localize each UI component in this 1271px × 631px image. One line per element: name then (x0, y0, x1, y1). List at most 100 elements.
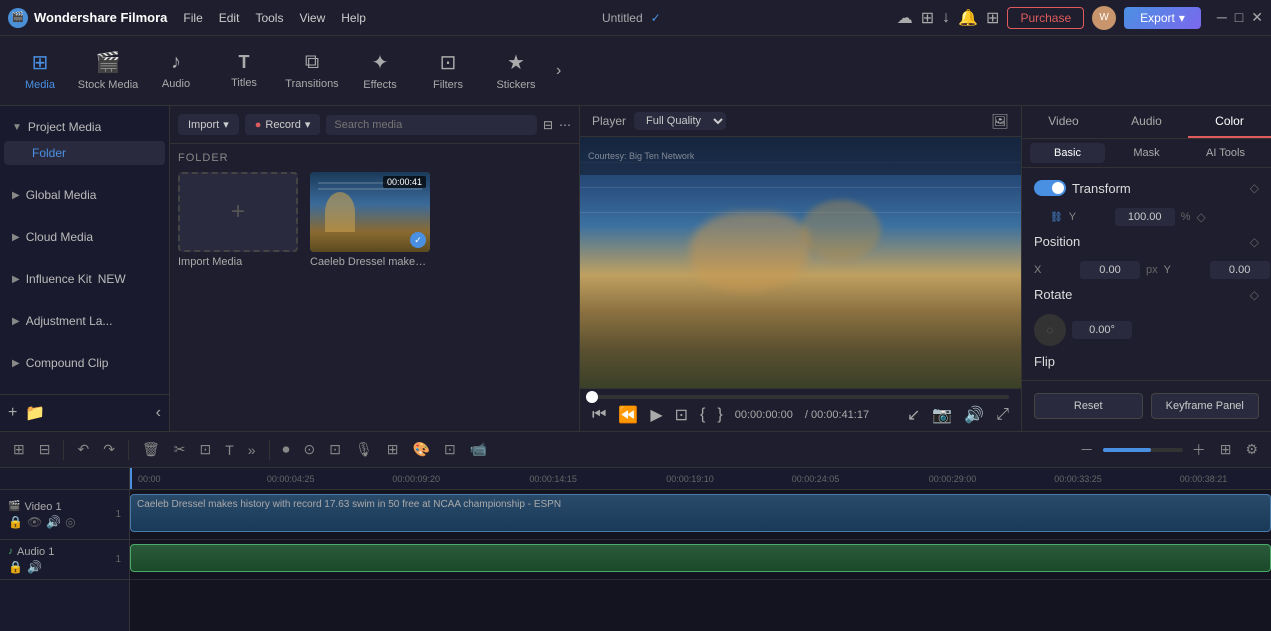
transform-toggle[interactable] (1034, 180, 1066, 196)
bell-icon[interactable]: 🔔 (958, 8, 978, 28)
add-to-timeline-button[interactable]: ↙ (907, 405, 920, 425)
more-tl-button[interactable]: » (243, 439, 261, 461)
tool-audio[interactable]: ♪ Audio (144, 39, 208, 103)
undo-button[interactable]: ↶ (72, 438, 94, 461)
quality-select[interactable]: Full Quality 1/2 Quality 1/4 Quality (634, 112, 726, 130)
keyframe-panel-button[interactable]: Keyframe Panel (1151, 393, 1260, 419)
pos-x-input[interactable] (1080, 261, 1140, 279)
menu-file[interactable]: File (183, 11, 202, 25)
menu-tools[interactable]: Tools (255, 11, 283, 25)
clip-card[interactable]: 00:00:41 ✓ Caeleb Dressel makes ... (310, 172, 430, 268)
maximize-button[interactable]: □ (1235, 9, 1243, 26)
screenshot-icon[interactable]: 🖼 (991, 113, 1009, 130)
search-input[interactable] (326, 115, 537, 135)
progress-bar[interactable] (592, 395, 1009, 399)
audio-sep-button[interactable]: ⊞ (382, 438, 404, 461)
minimize-button[interactable]: ─ (1217, 9, 1227, 26)
layout-button[interactable]: ⊞ (1215, 438, 1237, 461)
more-options-icon[interactable]: ⋯ (559, 118, 571, 132)
eye-icon[interactable]: 👁 (27, 515, 42, 529)
scale-reset-icon[interactable]: ◇ (1196, 210, 1205, 224)
video-button[interactable]: 📹 (465, 438, 492, 461)
audio-speaker-icon[interactable]: 🔊 (27, 560, 42, 574)
pip-button[interactable]: ⊡ (439, 438, 461, 461)
rotate-reset-icon[interactable]: ◇ (1250, 288, 1259, 302)
download-icon[interactable]: ↓ (942, 9, 950, 27)
sidebar-collapse-button[interactable]: ‹ (156, 404, 161, 422)
menu-edit[interactable]: Edit (219, 11, 240, 25)
audio-tl-button[interactable]: 🎙 (350, 438, 378, 461)
close-button[interactable]: ✕ (1251, 9, 1263, 26)
sidebar-compound-clip-header[interactable]: ▶ Compound Clip (0, 350, 169, 376)
trim-button[interactable]: ⊡ (194, 438, 216, 461)
delete-button[interactable]: 🗑 (137, 438, 165, 461)
sidebar-cloud-media-header[interactable]: ▶ Cloud Media (0, 224, 169, 250)
redo-button[interactable]: ↷ (98, 438, 120, 461)
sidebar-add-button[interactable]: + (8, 404, 17, 422)
speaker-icon[interactable]: 🔊 (46, 515, 61, 529)
square-button[interactable]: ⊡ (675, 405, 688, 425)
sidebar-adjustment-header[interactable]: ▶ Adjustment La... (0, 308, 169, 334)
devices-icon[interactable]: ⊞ (921, 8, 934, 28)
video-clip[interactable]: Caeleb Dressel makes history with record… (130, 494, 1271, 532)
tab-color[interactable]: Color (1188, 106, 1271, 138)
import-media-card[interactable]: + Import Media (178, 172, 298, 268)
settings-tl-button[interactable]: ⚙ (1240, 438, 1263, 461)
zoom-bar[interactable] (1103, 448, 1183, 452)
tool-effects[interactable]: ✦ Effects (348, 39, 412, 103)
record-button[interactable]: ● Record ▾ (245, 114, 321, 135)
audio-clip[interactable] (130, 544, 1271, 572)
step-back-button[interactable]: ⏪ (618, 405, 638, 425)
menu-help[interactable]: Help (341, 11, 366, 25)
filter-icon[interactable]: ⊟ (543, 118, 553, 132)
sidebar-folder-item[interactable]: Folder (4, 141, 165, 165)
mark-in-button[interactable]: { (700, 406, 705, 424)
lock-icon[interactable]: 🔒 (8, 515, 23, 529)
zoom-in-button[interactable]: ＋ (1187, 437, 1211, 463)
tool-stickers[interactable]: ★ Stickers (484, 39, 548, 103)
tab-video[interactable]: Video (1022, 106, 1105, 138)
sidebar-project-media-header[interactable]: ▼ Project Media (0, 114, 169, 140)
screenshot-button[interactable]: 📷 (932, 405, 952, 425)
tool-stock-media[interactable]: 🎬 Stock Media (76, 39, 140, 103)
subtab-mask[interactable]: Mask (1109, 143, 1184, 163)
tool-filters[interactable]: ⊡ Filters (416, 39, 480, 103)
export-button[interactable]: Export ▾ (1124, 7, 1201, 29)
fullscreen-button[interactable]: ⤢ (996, 406, 1009, 424)
text-button[interactable]: T (220, 439, 239, 461)
mark-out-button[interactable]: } (717, 406, 722, 424)
cloud-icon[interactable]: ☁ (897, 8, 913, 28)
play-button[interactable]: ▶ (650, 405, 662, 425)
transform-reset-icon[interactable]: ◇ (1250, 181, 1259, 195)
toolbar-more-arrow[interactable]: › (552, 58, 565, 84)
color-tl-button[interactable]: 🎨 (408, 438, 435, 461)
split-button[interactable]: ✂ (169, 438, 191, 461)
sidebar-global-media-header[interactable]: ▶ Global Media (0, 182, 169, 208)
tab-audio[interactable]: Audio (1105, 106, 1188, 138)
magnet-button[interactable]: ⊟ (34, 438, 56, 461)
tool-media[interactable]: ⊞ Media (8, 39, 72, 103)
avatar[interactable]: W (1092, 6, 1116, 30)
purchase-button[interactable]: Purchase (1007, 7, 1084, 29)
reset-button[interactable]: Reset (1034, 393, 1143, 419)
menu-view[interactable]: View (299, 11, 325, 25)
position-reset-icon[interactable]: ◇ (1250, 235, 1259, 249)
pos-y-input[interactable] (1210, 261, 1270, 279)
speed-button[interactable]: ⊙ (299, 438, 321, 461)
rotate-input[interactable] (1072, 321, 1132, 339)
visible-icon[interactable]: ◎ (65, 515, 75, 529)
mask-tl-button[interactable]: ⊡ (324, 438, 346, 461)
scale-y-input[interactable] (1115, 208, 1175, 226)
sidebar-folder-button[interactable]: 📁 (25, 403, 45, 423)
record-tl-button[interactable]: ⏺ (278, 438, 295, 461)
zoom-out-button[interactable]: － (1075, 437, 1099, 463)
playhead[interactable] (130, 468, 132, 489)
skip-back-button[interactable]: ⏮ (592, 406, 606, 424)
audio-lock-icon[interactable]: 🔒 (8, 560, 23, 574)
tool-transitions[interactable]: ⧉ Transitions (280, 39, 344, 103)
tool-titles[interactable]: T Titles (212, 39, 276, 103)
scene-snap-button[interactable]: ⊞ (8, 438, 30, 461)
subtab-ai-tools[interactable]: AI Tools (1188, 143, 1263, 163)
subtab-basic[interactable]: Basic (1030, 143, 1105, 163)
import-button[interactable]: Import ▾ (178, 114, 239, 135)
